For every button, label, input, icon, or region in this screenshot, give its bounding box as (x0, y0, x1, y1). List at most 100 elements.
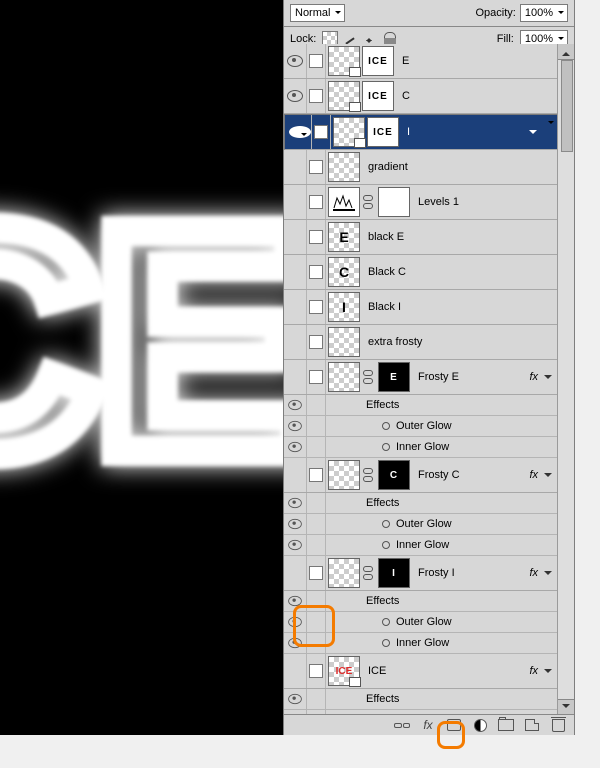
layer-thumbnail[interactable]: I (328, 292, 360, 322)
layer-row[interactable]: gradient (284, 150, 558, 185)
link-checkbox[interactable] (309, 230, 323, 244)
layer-row[interactable]: I Frosty I fx (284, 556, 558, 591)
scroll-down-button[interactable] (558, 699, 574, 715)
new-layer-icon[interactable] (525, 719, 539, 731)
layer-mask[interactable]: ICE (362, 81, 394, 111)
scroll-up-button[interactable] (558, 44, 574, 60)
eye-icon[interactable] (288, 421, 302, 431)
adjustment-thumbnail[interactable] (328, 187, 360, 217)
layer-name[interactable]: black E (368, 231, 558, 243)
layer-mask[interactable]: ICE (362, 46, 394, 76)
effect-row[interactable]: Inner Glow (284, 437, 558, 458)
link-checkbox[interactable] (309, 160, 323, 174)
layer-mask[interactable] (378, 187, 410, 217)
layer-mask[interactable]: I (378, 558, 410, 588)
link-checkbox[interactable] (314, 125, 328, 139)
layer-thumbnail[interactable]: E (328, 222, 360, 252)
layer-thumbnail[interactable] (328, 558, 360, 588)
effects-header[interactable]: Effects (284, 689, 558, 710)
eye-icon[interactable] (288, 540, 302, 550)
eye-icon[interactable] (288, 498, 302, 508)
adjustment-layer-icon[interactable] (474, 719, 487, 732)
layer-thumbnail[interactable] (333, 117, 365, 147)
fx-badge[interactable]: fx (529, 371, 544, 383)
effect-row[interactable]: Outer Glow (284, 612, 558, 633)
layer-row[interactable]: Levels 1 (284, 185, 558, 220)
layer-thumbnail[interactable] (328, 81, 360, 111)
effects-header[interactable]: Effects (284, 493, 558, 514)
delete-layer-icon[interactable] (552, 719, 565, 732)
eye-icon[interactable] (288, 694, 302, 704)
opacity-field[interactable]: 100% (520, 4, 568, 22)
blend-mode-select[interactable]: Normal (290, 4, 345, 22)
link-checkbox[interactable] (309, 54, 323, 68)
layer-name[interactable]: Levels 1 (418, 196, 558, 208)
layer-name[interactable]: Black I (368, 301, 558, 313)
link-checkbox[interactable] (309, 468, 323, 482)
eye-icon[interactable] (288, 442, 302, 452)
effects-header[interactable]: Effects (284, 591, 558, 612)
layer-thumbnail[interactable] (328, 460, 360, 490)
layer-row[interactable]: extra frosty (284, 325, 558, 360)
layer-row[interactable]: E black E (284, 220, 558, 255)
layer-row[interactable]: I Black I (284, 290, 558, 325)
collapse-icon[interactable] (544, 571, 552, 579)
effects-header[interactable]: Effects (284, 395, 558, 416)
collapse-icon[interactable] (544, 473, 552, 481)
layer-row[interactable]: ICE C (284, 79, 558, 114)
scroll-thumb[interactable] (561, 60, 573, 152)
layers-scrollbar[interactable] (557, 44, 574, 715)
layer-mask[interactable]: ICE (367, 117, 399, 147)
eye-icon[interactable] (288, 596, 302, 606)
layer-thumbnail[interactable] (328, 362, 360, 392)
eye-icon[interactable] (288, 400, 302, 410)
link-icon[interactable] (363, 195, 373, 209)
effect-row[interactable]: Outer Glow (284, 416, 558, 437)
add-mask-icon[interactable] (447, 719, 461, 731)
layer-row[interactable]: ICE E (284, 44, 558, 79)
link-checkbox[interactable] (309, 335, 323, 349)
layer-list[interactable]: ICE E ICE C ICE I (284, 44, 558, 715)
layer-name[interactable]: extra frosty (368, 336, 558, 348)
eye-icon[interactable] (287, 90, 303, 102)
eye-icon[interactable] (288, 617, 302, 627)
effect-row[interactable]: Inner Glow (284, 633, 558, 654)
document-canvas[interactable]: C E (0, 0, 283, 735)
collapse-icon[interactable] (529, 130, 537, 138)
layer-name[interactable]: gradient (368, 161, 558, 173)
layer-name[interactable]: I (407, 126, 529, 138)
layer-row-selected[interactable]: ICE I (284, 114, 558, 150)
link-icon[interactable] (363, 370, 373, 384)
link-icon[interactable] (363, 468, 373, 482)
link-checkbox[interactable] (309, 566, 323, 580)
layer-fx-icon[interactable]: fx (420, 718, 436, 732)
fx-badge[interactable]: fx (529, 567, 544, 579)
layer-name[interactable]: Frosty E (418, 371, 529, 383)
eye-icon[interactable] (289, 126, 311, 138)
layer-row[interactable]: C Frosty C fx (284, 458, 558, 493)
layer-name[interactable]: E (402, 55, 558, 67)
layer-thumbnail[interactable]: C (328, 257, 360, 287)
layer-mask[interactable]: E (378, 362, 410, 392)
link-layers-icon[interactable] (394, 718, 410, 732)
link-checkbox[interactable] (309, 370, 323, 384)
fx-badge[interactable]: fx (529, 469, 544, 481)
layer-thumbnail[interactable] (328, 152, 360, 182)
layer-mask[interactable]: C (378, 460, 410, 490)
link-checkbox[interactable] (309, 300, 323, 314)
layer-row[interactable]: C Black C (284, 255, 558, 290)
eye-icon[interactable] (287, 55, 303, 67)
layer-name[interactable]: Frosty C (418, 469, 529, 481)
layer-row[interactable]: ICE ICE fx (284, 654, 558, 689)
new-group-icon[interactable] (498, 719, 514, 731)
layer-thumbnail[interactable]: ICE (328, 656, 360, 686)
link-checkbox[interactable] (309, 265, 323, 279)
effect-row[interactable]: Inner Glow (284, 535, 558, 556)
collapse-icon[interactable] (544, 669, 552, 677)
collapse-icon[interactable] (544, 375, 552, 383)
link-icon[interactable] (363, 566, 373, 580)
layer-name[interactable]: C (402, 90, 558, 102)
link-checkbox[interactable] (309, 195, 323, 209)
effect-row[interactable]: Outer Glow (284, 514, 558, 535)
layer-name[interactable]: Black C (368, 266, 558, 278)
